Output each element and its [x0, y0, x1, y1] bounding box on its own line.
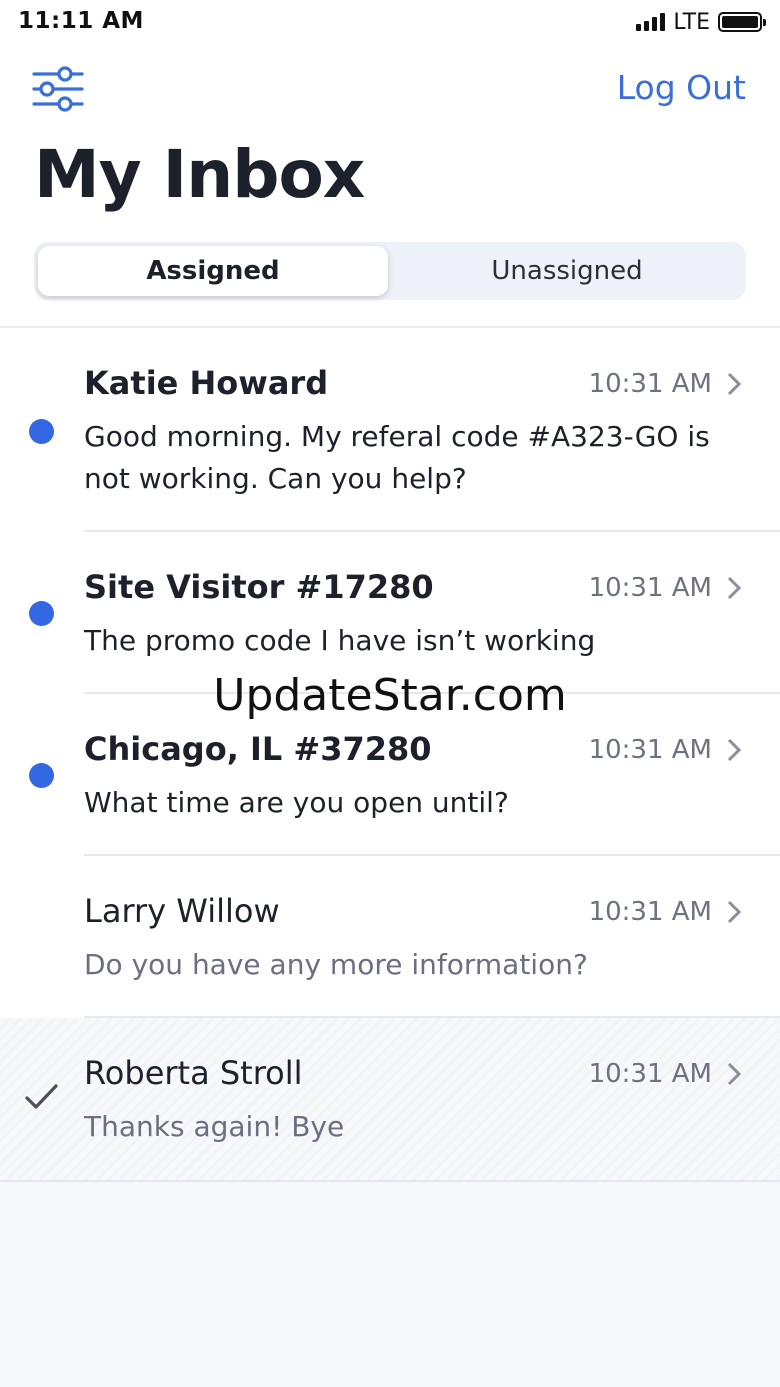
sliders-icon — [32, 66, 84, 112]
conversation-time: 10:31 AM — [588, 1059, 712, 1089]
chevron-right-icon — [727, 1062, 742, 1086]
conversation-time: 10:31 AM — [588, 735, 712, 765]
unread-dot — [29, 601, 54, 626]
conversation-preview: Do you have any more information? — [84, 948, 588, 981]
conversation-item-katie-howard[interactable]: Katie Howard 10:31 AM Good morning. My r… — [0, 328, 780, 532]
chevron-right-icon — [727, 738, 742, 762]
unread-dot — [29, 419, 54, 444]
conversation-time: 10:31 AM — [588, 369, 712, 399]
conversation-name: Site Visitor #17280 — [84, 568, 434, 606]
status-indicators: LTE — [636, 8, 766, 36]
conversation-name: Roberta Stroll — [84, 1054, 303, 1092]
chevron-right-icon — [727, 576, 742, 600]
logout-button[interactable]: Log Out — [617, 68, 746, 107]
signal-icon — [636, 13, 666, 31]
conversation-name: Larry Willow — [84, 892, 280, 930]
tab-assigned[interactable]: Assigned — [38, 246, 388, 296]
conversation-item-larry-willow[interactable]: Larry Willow 10:31 AM Do you have any mo… — [0, 856, 780, 1018]
conversation-preview: What time are you open until? — [84, 786, 509, 819]
conversation-preview: Good morning. My referal code #A323-GO i… — [84, 420, 710, 495]
page-title: My Inbox — [34, 136, 365, 213]
conversation-name: Katie Howard — [84, 364, 329, 402]
network-label: LTE — [673, 9, 710, 35]
tab-unassigned[interactable]: Unassigned — [392, 246, 742, 296]
chevron-right-icon — [727, 372, 742, 396]
conversation-time: 10:31 AM — [588, 573, 712, 603]
chevron-right-icon — [727, 900, 742, 924]
checkmark-icon — [25, 1084, 58, 1109]
unread-dot — [29, 763, 54, 788]
conversation-preview: Thanks again! Bye — [84, 1110, 345, 1143]
screen: 11:11 AM LTE Log Out My Inbox Assigned U… — [0, 0, 780, 1182]
list-bottom-border — [0, 1180, 780, 1182]
battery-icon — [718, 12, 766, 32]
tab-bar: Assigned Unassigned — [34, 242, 746, 300]
conversation-preview: The promo code I have isn’t working — [84, 624, 596, 657]
watermark-text: UpdateStar.com — [213, 670, 567, 721]
conversation-item-roberta-stroll[interactable]: Roberta Stroll 10:31 AM Thanks again! By… — [0, 1018, 780, 1180]
conversation-time: 10:31 AM — [588, 897, 712, 927]
filter-button[interactable] — [30, 64, 86, 114]
status-time: 11:11 AM — [18, 8, 144, 34]
conversation-name: Chicago, IL #37280 — [84, 730, 432, 768]
